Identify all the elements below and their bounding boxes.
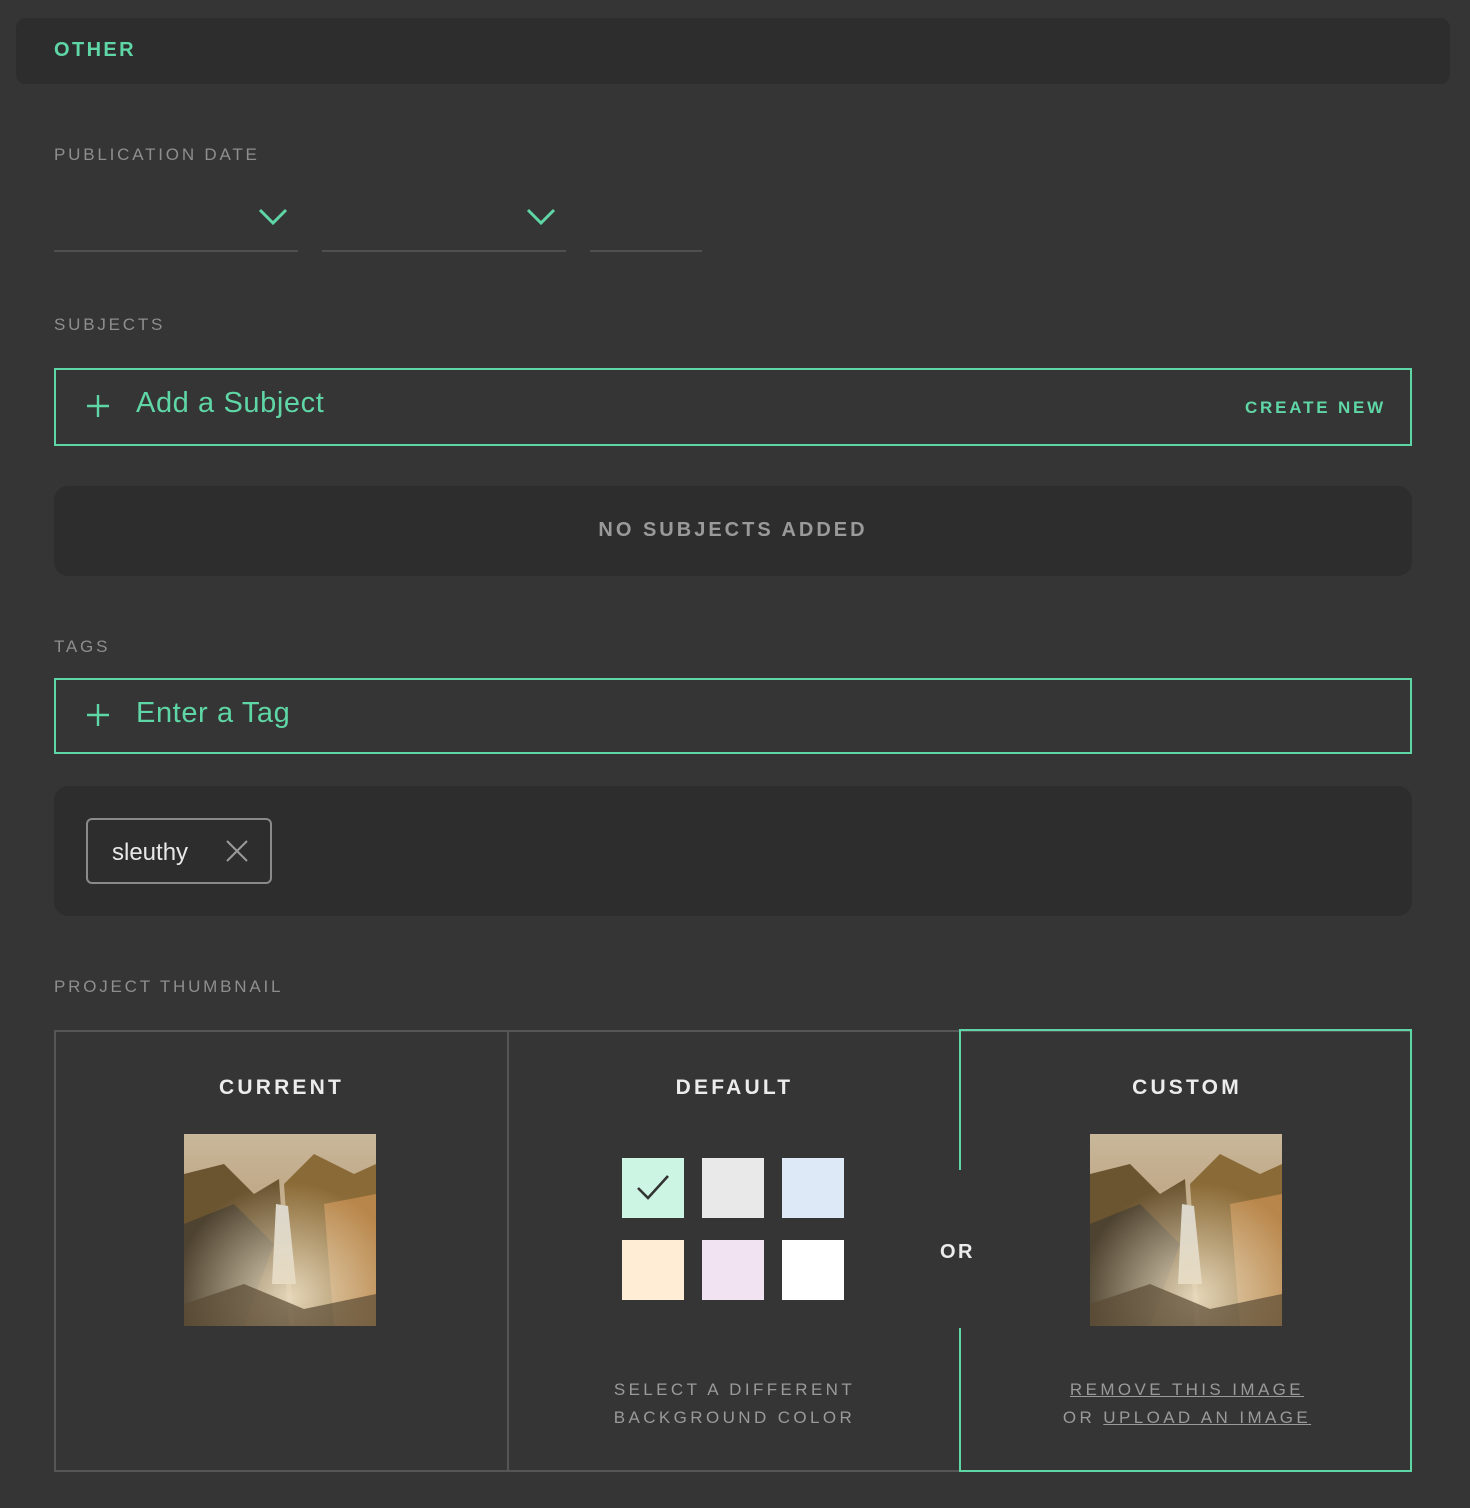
swatch-lavender[interactable] xyxy=(702,1240,764,1300)
swatch-white[interactable] xyxy=(782,1240,844,1300)
chevron-down-icon xyxy=(526,208,556,226)
custom-thumbnail-column: CUSTOM REMOVE THIS IMAGE OR UPLOAD AN IM… xyxy=(962,1032,1412,1470)
tags-label: TAGS xyxy=(54,637,111,656)
default-title: DEFAULT xyxy=(675,1076,794,1099)
subjects-label: SUBJECTS xyxy=(54,315,166,334)
custom-image-actions: REMOVE THIS IMAGE OR UPLOAD AN IMAGE xyxy=(962,1376,1412,1432)
plus-icon xyxy=(87,395,109,417)
swatch-peach[interactable] xyxy=(622,1240,684,1300)
project-thumbnail-label: PROJECT THUMBNAIL xyxy=(54,977,284,996)
checkmark-icon xyxy=(637,1175,669,1200)
remove-image-link[interactable]: REMOVE THIS IMAGE xyxy=(1070,1380,1304,1399)
custom-thumbnail-image xyxy=(1090,1134,1282,1326)
upload-image-link[interactable]: UPLOAD AN IMAGE xyxy=(1103,1408,1311,1427)
current-thumbnail-column: CURRENT xyxy=(56,1032,507,1470)
month-select[interactable] xyxy=(54,196,298,252)
thumbnail-panel: CURRENT DEFAULT SELECT A DIFFERENT BACKG… xyxy=(54,1030,1412,1472)
subject-input-placeholder[interactable]: Add a Subject xyxy=(136,387,324,420)
no-subjects-message: NO SUBJECTS ADDED xyxy=(598,519,868,541)
subject-combobox[interactable]: Add a Subject CREATE NEW xyxy=(54,368,1412,446)
swatch-light-blue[interactable] xyxy=(782,1158,844,1218)
section-header[interactable]: OTHER xyxy=(16,18,1450,84)
hint-line-2: BACKGROUND COLOR xyxy=(613,1408,856,1427)
close-icon[interactable] xyxy=(224,838,250,864)
create-new-subject-button[interactable]: CREATE NEW xyxy=(1245,398,1386,418)
tag-input-placeholder[interactable]: Enter a Tag xyxy=(136,697,290,730)
tag-combobox[interactable]: Enter a Tag xyxy=(54,678,1412,754)
or-separator: OR xyxy=(940,1241,975,1263)
swatch-mint[interactable] xyxy=(622,1158,684,1218)
or-prefix: OR xyxy=(1062,1408,1096,1427)
year-input[interactable] xyxy=(590,196,702,252)
default-thumbnail-column: DEFAULT SELECT A DIFFERENT BACKGROUND CO… xyxy=(509,1032,960,1470)
section-title: OTHER xyxy=(54,39,136,61)
day-select[interactable] xyxy=(322,196,566,252)
subjects-list: NO SUBJECTS ADDED xyxy=(54,486,1412,576)
chevron-down-icon xyxy=(258,208,288,226)
tags-list: sleuthy xyxy=(54,786,1412,916)
hint-line-1: SELECT A DIFFERENT xyxy=(613,1380,856,1399)
tag-label: sleuthy xyxy=(112,839,189,866)
publication-date-label: PUBLICATION DATE xyxy=(54,145,260,164)
plus-icon xyxy=(87,704,109,726)
swatch-light-gray[interactable] xyxy=(702,1158,764,1218)
current-title: CURRENT xyxy=(218,1076,345,1099)
current-thumbnail-image xyxy=(184,1134,376,1326)
tag-chip: sleuthy xyxy=(86,818,272,884)
custom-title: CUSTOM xyxy=(1132,1076,1242,1099)
select-color-hint: SELECT A DIFFERENT BACKGROUND COLOR xyxy=(509,1376,960,1432)
